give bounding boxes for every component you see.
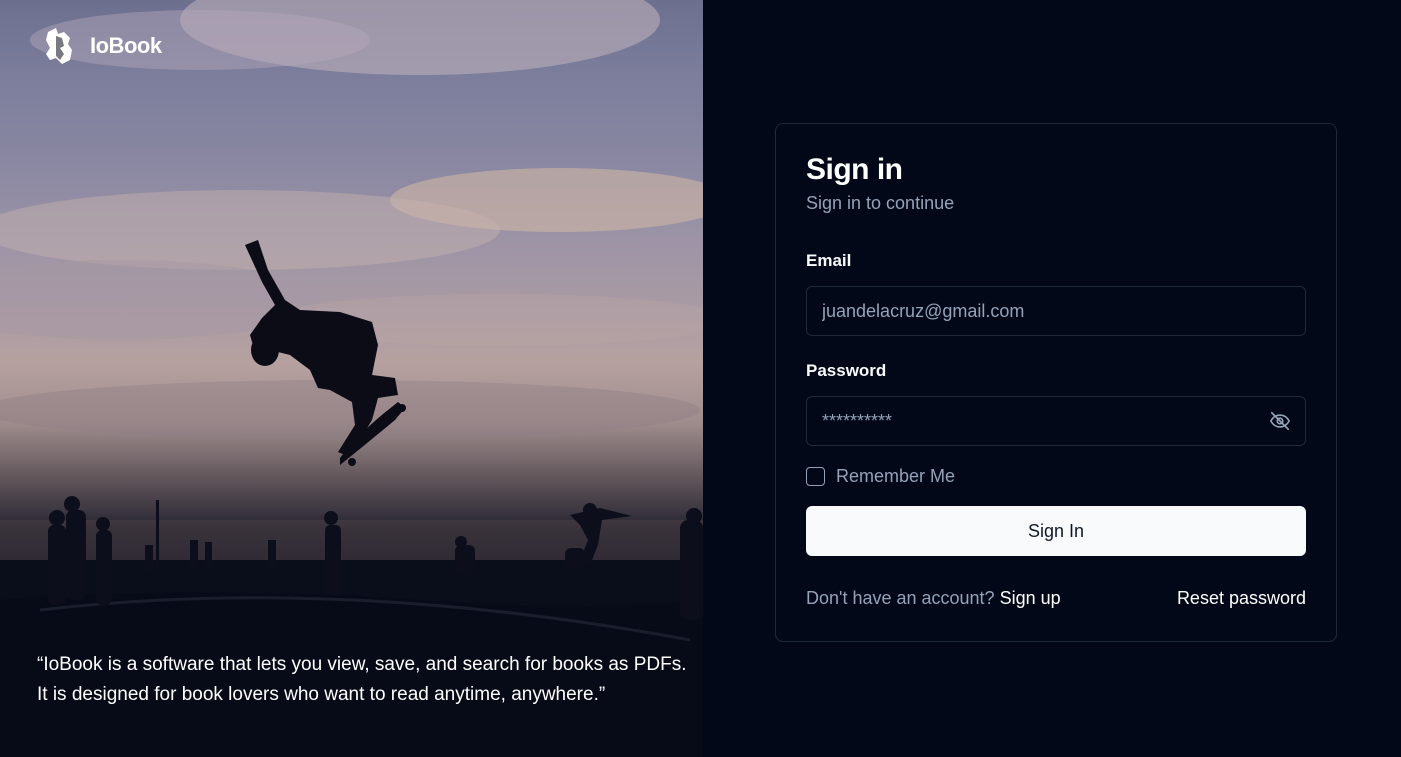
brand-name: IoBook [90, 33, 162, 58]
eye-off-icon[interactable] [1269, 410, 1291, 432]
signin-footer: Don't have an account? Sign up Reset pas… [806, 588, 1306, 609]
remember-me-checkbox[interactable] [806, 467, 825, 486]
signin-card: Sign in Sign in to continue Email Passwo… [775, 123, 1337, 642]
signin-subtitle: Sign in to continue [806, 193, 955, 213]
signin-page: IoBook “IoBook is a software that lets y… [0, 0, 1401, 757]
signup-prompt: Don't have an account? Sign up [806, 588, 1061, 609]
email-label: Email [806, 251, 852, 270]
signin-button[interactable]: Sign In [806, 506, 1306, 556]
hero-panel: IoBook “IoBook is a software that lets y… [0, 0, 703, 757]
brand[interactable]: IoBook [42, 26, 162, 66]
remember-me-row: Remember Me [806, 466, 1306, 487]
book-logo-icon [46, 28, 72, 64]
password-field-wrapper [806, 396, 1306, 446]
no-account-text: Don't have an account? [806, 588, 1000, 608]
skatepark-sunset-photo [0, 0, 703, 757]
email-field[interactable] [806, 286, 1306, 336]
signin-title: Sign in [806, 153, 903, 186]
email-field-wrapper [806, 286, 1306, 336]
auth-panel: Sign in Sign in to continue Email Passwo… [703, 0, 1401, 757]
reset-password-link[interactable]: Reset password [1177, 588, 1306, 609]
password-label: Password [806, 361, 887, 380]
signup-link[interactable]: Sign up [1000, 588, 1061, 608]
remember-me-label[interactable]: Remember Me [836, 466, 955, 487]
password-field[interactable] [806, 396, 1306, 446]
hero-quote: “IoBook is a software that lets you view… [37, 654, 687, 705]
